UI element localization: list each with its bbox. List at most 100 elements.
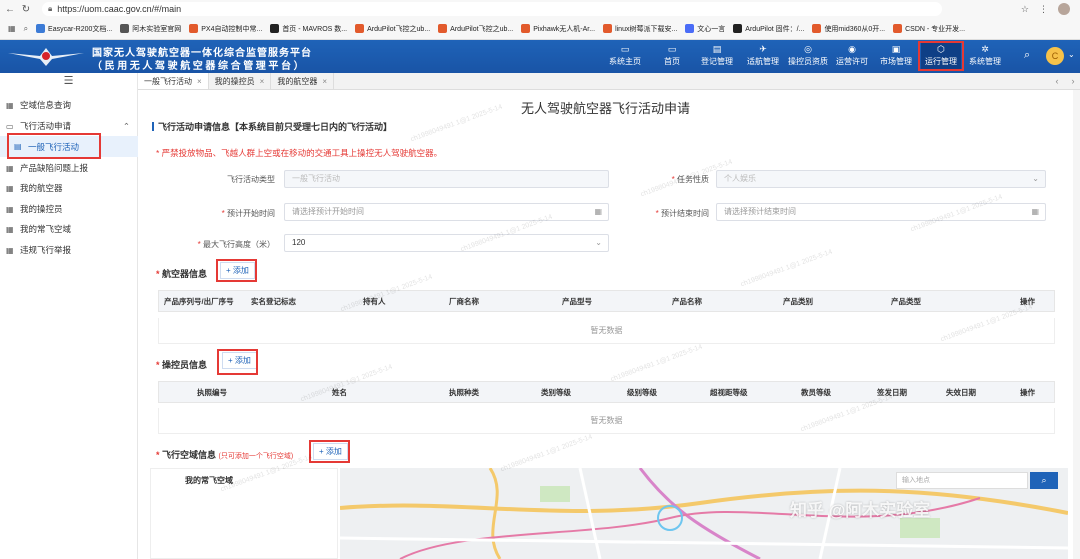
bookmark-item[interactable]: 文心一言 [685,24,725,34]
bookmark-item[interactable]: CSDN - 专业开发... [893,24,965,34]
bookmark-item[interactable]: linux树莓派下载安... [603,24,677,34]
watermark: ch1998049491 1@1 2025-5-14 [609,343,704,384]
search-icon[interactable]: ⌕ [24,24,28,34]
grid-icon: ▦ [6,100,14,110]
sidebar-item-my-aircraft[interactable]: ▦ 我的航空器 [0,178,138,198]
bookmark-item[interactable]: ArduPilot 固件：/... [733,24,804,34]
menu-system[interactable]: ✲ 系统管理 [964,43,1006,71]
operator-table-header: 执照编号 姓名 执照种类 类别等级 级别等级 超视距等级 教员等级 签发日期 失… [158,381,1055,403]
highlight-box [309,440,350,463]
calendar-icon: ▦ [1031,207,1039,216]
app-header: 国家无人驾驶航空器一体化综合监管服务平台 （民用无人驾驶航空器综合管理平台） ▭… [0,40,1080,73]
sidebar-item-airspace-query[interactable]: ▦ 空域信息查询 [0,95,138,115]
back-icon[interactable]: ← [4,4,16,15]
reload-icon[interactable]: ↻ [20,4,32,15]
section-aircraft: * 航空器信息 [156,269,208,279]
page-title: 无人驾驶航空器飞行活动申请 [520,101,690,116]
activity-type-label: 飞行活动类型 [227,175,275,184]
grid-icon: ▦ [6,224,14,234]
menu-home-system[interactable]: ▭ 系统主页 [603,43,647,71]
sidebar-item-violation-report[interactable]: ▦ 违规飞行举报 [0,240,138,260]
menu-airworthiness[interactable]: ✈ 适航管理 [742,43,784,71]
highlight-box [217,349,258,375]
start-time-label: * 预计开始时间 [221,209,275,218]
calendar-icon: ▦ [594,207,602,216]
bookmark-item[interactable]: ArduPilot飞控之ub... [355,24,430,34]
tab-general-flight[interactable]: 一般飞行活动 × [138,73,209,89]
bookmark-item[interactable]: 使用mid360从0开... [812,24,885,34]
menu-toggle-icon[interactable]: ☰ [0,73,137,90]
task-nature-select: 个人娱乐 ⌄ [716,170,1046,188]
highlight-box [7,133,101,159]
max-height-label: * 最大飞行高度（米） [197,240,275,249]
url-text: https://uom.caac.gov.cn/#/main [57,4,182,14]
bookmark-item[interactable]: 首页 - MAVROS 数... [270,24,347,34]
warning-text: * 严禁投放物品、飞越人群上空或在移动的交通工具上操控无人驾驶航空器。 [156,148,443,158]
gear-icon: ✲ [981,44,989,54]
frequent-airspace-panel: 我的常飞空域 [150,468,338,559]
menu-operation-license[interactable]: ◉ 运营许可 [831,43,873,71]
map-view[interactable]: 输入地点 ⌕ 知乎 @阿木实验室 [340,468,1068,559]
aircraft-table-header: 产品序列号/出厂序号 实名登记标志 持有人 厂商名称 产品型号 产品名称 产品类… [158,290,1055,312]
aircraft-empty: 暂无数据 [158,318,1055,344]
grid-icon: ▦ [6,245,14,255]
document-icon: ▤ [712,44,722,54]
watermark: ch1998049491 1@1 2025-5-14 [739,248,834,289]
chevron-down-icon[interactable]: ⌄ [1068,50,1075,59]
section-airspace: * 飞行空域信息 (只可添加一个飞行空域) [156,450,294,460]
main-content: 无人驾驶航空器飞行活动申请 飞行活动申请信息【本系统目前只受理七日内的飞行活动】… [138,90,1073,559]
more-icon[interactable]: ⋮ [1039,4,1048,15]
search-icon[interactable]: ⌕ [1024,49,1030,62]
lock-icon: 🔒︎ [48,4,53,13]
sidebar-item-my-airspace[interactable]: ▦ 我的常飞空域 [0,219,138,239]
end-time-picker[interactable]: 请选择预计结束时间 ▦ [716,203,1046,221]
bookmark-item[interactable]: PX4自动控制中常... [189,24,262,34]
frequent-airspace-header: 我的常飞空域 [185,476,233,485]
section-operator: * 操控员信息 [156,360,208,370]
highlight-box [918,41,964,71]
platform-subtitle: （民用无人驾驶航空器综合管理平台） [92,61,307,72]
menu-registration[interactable]: ▤ 登记管理 [696,43,738,71]
grid-icon: ▦ [6,163,14,173]
start-time-picker[interactable]: 请选择预计开始时间 ▦ [284,203,609,221]
tab-my-aircraft[interactable]: 我的航空器 × [271,73,335,89]
browser-toolbar: ← ↻ 🔒︎ https://uom.caac.gov.cn/#/main ☆ … [0,0,1080,18]
activity-type-field: 一般飞行活动 [284,170,609,188]
tab-my-operators[interactable]: 我的操控员 × [209,73,272,89]
profile-avatar[interactable] [1058,3,1070,15]
map-search-button[interactable]: ⌕ [1030,472,1058,489]
plane-icon: ✈ [759,44,767,54]
user-avatar[interactable]: C [1046,47,1064,65]
page-scrollbar[interactable] [1073,90,1080,559]
star-icon[interactable]: ☆ [1021,4,1029,15]
chevron-up-icon: ⌃ [122,120,130,131]
end-time-label: * 预计结束时间 [655,209,709,218]
bookmark-item[interactable]: 阿木实验室官网 [120,24,181,34]
chevron-left-icon[interactable]: ‹ [1050,73,1064,90]
close-icon[interactable]: × [197,77,202,86]
close-icon[interactable]: × [322,77,327,86]
bookmarks-bar: ▦ ⌕ Easycar-R200文档... 阿木实验室官网 PX4自动控制中常.… [0,18,1080,40]
grid-icon: ▦ [6,183,14,193]
caac-logo-icon [8,48,84,66]
map-search-input[interactable]: 输入地点 [896,472,1028,489]
max-height-select[interactable]: 120 ⌄ [284,234,609,252]
sidebar-item-my-operators[interactable]: ▦ 我的操控员 [0,199,138,219]
sidebar-item-defect-report[interactable]: ▦ 产品缺陷问题上报 [0,158,138,178]
menu-home[interactable]: ▭ 首页 [653,43,691,71]
menu-market[interactable]: ▣ 市场管理 [875,43,917,71]
sidebar: ☰ ▦ 空域信息查询 ▭ 飞行活动申请 ⌃ ▤ 一般飞行活动 ▦ 产品缺陷问题上报 ▦ 我的… [0,73,138,559]
close-icon[interactable]: × [260,77,265,86]
tab-bar: 一般飞行活动 × 我的操控员 × 我的航空器 × ‹ › [138,73,1080,90]
address-bar[interactable]: 🔒︎ https://uom.caac.gov.cn/#/main [42,2,942,16]
bookmark-item[interactable]: Pixhawk无人机-Ar... [521,24,595,34]
highlight-box [216,259,257,282]
menu-operator-qualification[interactable]: ◎ 操控员资质 [785,43,831,71]
grid-icon: ▦ [6,204,14,214]
chevron-right-icon[interactable]: › [1066,73,1080,90]
folder-icon: ▭ [6,121,14,131]
apps-icon[interactable]: ▦ [8,24,16,33]
monitor-icon: ▭ [620,44,630,54]
bookmark-item[interactable]: ArduPilot飞控之ub... [438,24,513,34]
bookmark-item[interactable]: Easycar-R200文档... [36,24,112,34]
